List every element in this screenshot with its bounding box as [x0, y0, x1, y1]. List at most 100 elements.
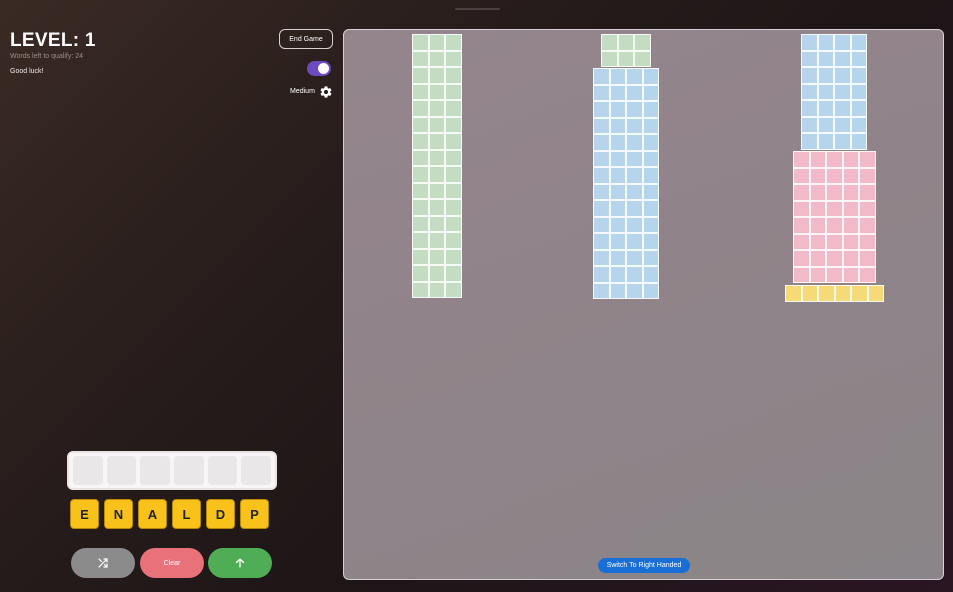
tower-block — [850, 133, 867, 150]
tower-block — [842, 266, 859, 283]
blue-tower-right — [801, 34, 867, 150]
tower-block — [428, 100, 445, 117]
tower-block — [834, 83, 851, 100]
tower-block — [801, 50, 818, 67]
tower-block — [809, 200, 826, 217]
tower-block — [809, 217, 826, 234]
game-board — [343, 29, 944, 580]
tower-block — [428, 265, 445, 282]
tower-block — [867, 285, 884, 302]
clear-button[interactable]: Clear — [140, 548, 204, 578]
end-game-button[interactable]: End Game — [279, 29, 333, 49]
tower-block — [634, 50, 651, 67]
tower-block — [842, 200, 859, 217]
tower-block — [626, 117, 643, 134]
tower-block — [793, 266, 810, 283]
tower-block — [445, 199, 462, 216]
tower-block — [428, 248, 445, 265]
tower-block — [593, 216, 610, 233]
tower-block — [609, 68, 626, 85]
tower-block — [445, 166, 462, 183]
tower-block — [850, 67, 867, 84]
tower-block — [801, 116, 818, 133]
tower-block — [428, 149, 445, 166]
submit-button[interactable] — [208, 548, 272, 578]
letter-tile[interactable]: L — [172, 499, 201, 529]
tower-block — [850, 100, 867, 117]
tower-block — [428, 67, 445, 84]
tower-block — [842, 184, 859, 201]
letter-tile[interactable]: N — [104, 499, 133, 529]
tower-block — [609, 216, 626, 233]
letter-tile[interactable]: E — [70, 499, 99, 529]
tower-block — [793, 167, 810, 184]
tower-block — [826, 250, 843, 267]
tower-block — [842, 250, 859, 267]
tower-block — [412, 265, 429, 282]
arrow-up-icon — [235, 558, 245, 568]
tower-block — [817, 34, 834, 51]
words-left-text: Words left to qualify: 24 — [10, 53, 84, 60]
letter-tile[interactable]: D — [206, 499, 235, 529]
tower-block — [817, 116, 834, 133]
tower-block — [793, 200, 810, 217]
tower-block — [593, 167, 610, 184]
tower-block — [445, 100, 462, 117]
answer-slot — [241, 456, 272, 485]
tower-block — [642, 249, 659, 266]
yellow-row — [785, 285, 884, 302]
tower-block — [859, 233, 876, 250]
tower-block — [445, 50, 462, 67]
tower-block — [809, 151, 826, 168]
tower-block — [642, 101, 659, 118]
toggle-knob — [318, 63, 329, 74]
tower-block — [817, 133, 834, 150]
tower-block — [626, 68, 643, 85]
tower-block — [818, 285, 835, 302]
tower-block — [785, 285, 802, 302]
tower-block — [642, 266, 659, 283]
tower-block — [428, 199, 445, 216]
tower-block — [834, 285, 851, 302]
tower-block — [428, 83, 445, 100]
tower-block — [626, 200, 643, 217]
tower-block — [826, 233, 843, 250]
tower-block — [609, 84, 626, 101]
tower-block — [428, 232, 445, 249]
tower-block — [428, 133, 445, 150]
tower-block — [609, 266, 626, 283]
tower-block — [634, 34, 651, 51]
letter-tile[interactable]: P — [240, 499, 269, 529]
tower-block — [412, 67, 429, 84]
answer-slot — [207, 456, 238, 485]
tower-block — [859, 250, 876, 267]
shuffle-button[interactable] — [71, 548, 135, 578]
tower-block — [642, 134, 659, 151]
tower-block — [834, 50, 851, 67]
difficulty-label: Medium — [290, 88, 315, 95]
tower-block — [859, 266, 876, 283]
tower-block — [412, 100, 429, 117]
tower-block — [412, 215, 429, 232]
switch-handedness-button[interactable]: Switch To Right Handed — [598, 558, 690, 573]
green-tower-cap — [601, 34, 651, 67]
tower-block — [593, 200, 610, 217]
theme-toggle[interactable] — [307, 61, 331, 76]
tower-block — [617, 34, 634, 51]
tower-block — [826, 200, 843, 217]
tower-block — [642, 216, 659, 233]
tower-block — [626, 167, 643, 184]
tower-block — [801, 133, 818, 150]
tower-block — [793, 184, 810, 201]
gear-icon[interactable] — [319, 85, 333, 99]
tower-block — [626, 216, 643, 233]
tower-block — [642, 117, 659, 134]
tower-block — [642, 233, 659, 250]
tower-block — [626, 84, 643, 101]
tower-block — [593, 68, 610, 85]
tower-block — [412, 116, 429, 133]
tower-block — [626, 134, 643, 151]
letter-tile[interactable]: A — [138, 499, 167, 529]
tower-block — [817, 83, 834, 100]
tower-block — [834, 67, 851, 84]
